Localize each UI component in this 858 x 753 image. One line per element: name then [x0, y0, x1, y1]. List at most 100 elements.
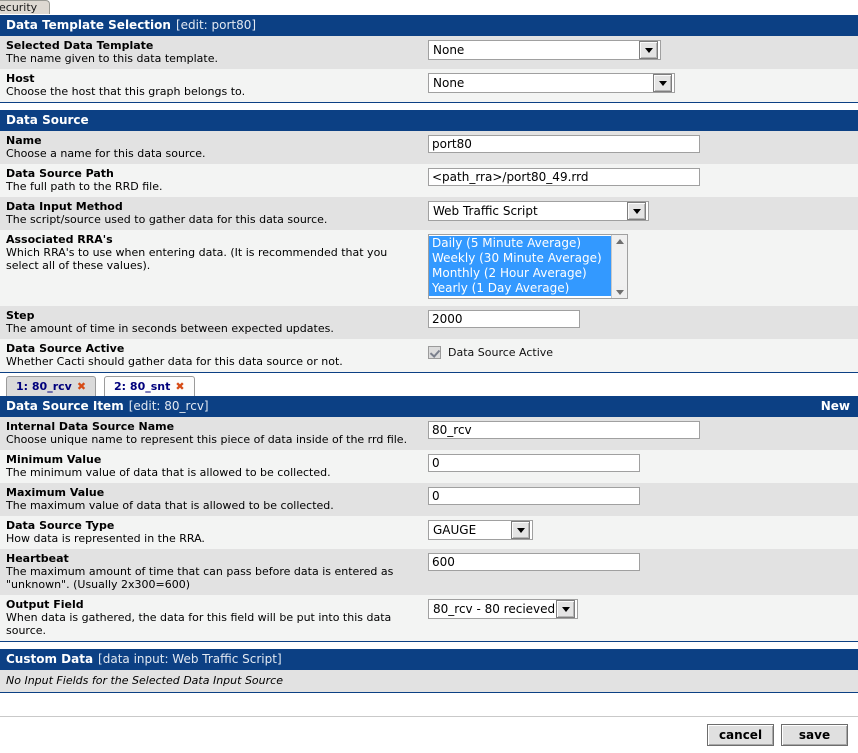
label-desc: The maximum amount of time that can pass…: [6, 565, 394, 591]
associated-rras-options: Daily (5 Minute Average) Weekly (30 Minu…: [429, 235, 611, 298]
label-name: Name Choose a name for this data source.: [0, 131, 420, 164]
label-title: Output Field: [6, 598, 84, 611]
tab-80-rcv[interactable]: 1: 80_rcv ✖: [6, 376, 97, 396]
label-data-source-path: Data Source Path The full path to the RR…: [0, 164, 420, 197]
data-source-active-checkbox-wrap[interactable]: Data Source Active: [428, 346, 553, 359]
row-associated-rras: Associated RRA's Which RRA's to use when…: [0, 230, 858, 306]
select-data-template[interactable]: None: [428, 40, 661, 60]
minimum-value-input[interactable]: [428, 454, 640, 472]
heartbeat-input[interactable]: [428, 553, 640, 571]
label-desc: Choose unique name to represent this pie…: [6, 433, 408, 446]
list-item[interactable]: Yearly (1 Day Average): [429, 281, 611, 296]
field-heartbeat: [420, 549, 858, 575]
data-source-active-checkbox[interactable]: [428, 346, 441, 359]
section-suffix-data-source-item: [edit: 80_rcv]: [128, 399, 209, 413]
label-data-source-type: Data Source Type How data is represented…: [0, 516, 420, 549]
browser-tab-security[interactable]: ecurity: [0, 0, 50, 14]
label-title: Selected Data Template: [6, 39, 154, 52]
section-header-custom-data: Custom Data [data input: Web Traffic Scri…: [0, 648, 858, 670]
section-title-custom-data: Custom Data: [6, 652, 94, 666]
label-host: Host Choose the host that this graph bel…: [0, 69, 420, 102]
step-input[interactable]: [428, 310, 580, 328]
close-icon[interactable]: ✖: [175, 381, 184, 392]
internal-data-source-name-input[interactable]: [428, 421, 700, 439]
label-title: Minimum Value: [6, 453, 102, 466]
maximum-value-input[interactable]: [428, 487, 640, 505]
cancel-button[interactable]: cancel: [707, 724, 774, 746]
scroll-down-icon[interactable]: [613, 286, 626, 298]
select-data-input-method-value: Web Traffic Script: [433, 204, 538, 218]
new-data-source-item-link[interactable]: New: [821, 399, 852, 413]
close-icon[interactable]: ✖: [77, 381, 86, 392]
label-desc: The minimum value of data that is allowe…: [6, 466, 331, 479]
row-host: Host Choose the host that this graph bel…: [0, 69, 858, 102]
section-title-data-source-item: Data Source Item: [6, 399, 124, 413]
chevron-down-icon[interactable]: [653, 74, 672, 92]
label-minimum-value: Minimum Value The minimum value of data …: [0, 450, 420, 483]
tab-80-snt[interactable]: 2: 80_snt ✖: [104, 376, 195, 396]
data-source-path-input[interactable]: [428, 168, 700, 186]
field-output-field: 80_rcv - 80 recieved: [420, 595, 858, 623]
section-title-data-template-selection: Data Template Selection: [6, 18, 171, 32]
chevron-down-icon[interactable]: [639, 41, 658, 59]
scroll-up-icon[interactable]: [613, 235, 626, 247]
label-title: Data Source Active: [6, 342, 125, 355]
tab-label: 2: 80_snt: [114, 380, 171, 393]
chevron-down-icon[interactable]: [556, 600, 575, 618]
field-minimum-value: [420, 450, 858, 476]
name-input[interactable]: [428, 135, 700, 153]
label-selected-data-template: Selected Data Template The name given to…: [0, 36, 420, 69]
select-output-field[interactable]: 80_rcv - 80 recieved: [428, 599, 578, 619]
field-name: [420, 131, 858, 157]
listbox-scrollbar[interactable]: [611, 235, 627, 298]
row-internal-data-source-name: Internal Data Source Name Choose unique …: [0, 417, 858, 450]
browser-tab-label: ecurity: [0, 1, 38, 14]
label-title: Data Source Type: [6, 519, 115, 532]
label-data-input-method: Data Input Method The script/source used…: [0, 197, 420, 230]
select-data-source-type-value: GAUGE: [433, 523, 477, 537]
label-desc: Choose the host that this graph belongs …: [6, 85, 246, 98]
field-data-source-active: Data Source Active: [420, 339, 858, 363]
label-internal-data-source-name: Internal Data Source Name Choose unique …: [0, 417, 420, 450]
row-minimum-value: Minimum Value The minimum value of data …: [0, 450, 858, 483]
label-heartbeat: Heartbeat The maximum amount of time tha…: [0, 549, 420, 595]
label-data-source-active: Data Source Active Whether Cacti should …: [0, 339, 420, 372]
save-button[interactable]: save: [781, 724, 848, 746]
field-selected-data-template: None: [420, 36, 858, 64]
row-data-source-type: Data Source Type How data is represented…: [0, 516, 858, 549]
row-name: Name Choose a name for this data source.: [0, 131, 858, 164]
label-associated-rras: Associated RRA's Which RRA's to use when…: [0, 230, 420, 276]
label-desc: The maximum value of data that is allowe…: [6, 499, 334, 512]
label-desc: How data is represented in the RRA.: [6, 532, 205, 545]
label-title: Associated RRA's: [6, 233, 113, 246]
list-item[interactable]: Daily (5 Minute Average): [429, 236, 611, 251]
field-data-source-path: [420, 164, 858, 190]
label-title: Step: [6, 309, 35, 322]
associated-rras-listbox[interactable]: Daily (5 Minute Average) Weekly (30 Minu…: [428, 234, 628, 299]
select-data-source-type[interactable]: GAUGE: [428, 520, 533, 540]
section-header-data-source: Data Source: [0, 109, 858, 131]
chevron-down-icon[interactable]: [511, 521, 530, 539]
row-data-source-active: Data Source Active Whether Cacti should …: [0, 339, 858, 372]
field-step: [420, 306, 858, 332]
label-desc: Whether Cacti should gather data for thi…: [6, 355, 343, 368]
section-header-data-source-item: Data Source Item [edit: 80_rcv] New: [0, 396, 858, 417]
label-title: Data Source Path: [6, 167, 114, 180]
row-step: Step The amount of time in seconds betwe…: [0, 306, 858, 339]
label-desc: The full path to the RRD file.: [6, 180, 163, 193]
list-item[interactable]: Monthly (2 Hour Average): [429, 266, 611, 281]
list-item[interactable]: Weekly (30 Minute Average): [429, 251, 611, 266]
row-output-field: Output Field When data is gathered, the …: [0, 595, 858, 641]
label-desc: The amount of time in seconds between ex…: [6, 322, 334, 335]
select-host[interactable]: None: [428, 73, 675, 93]
chevron-down-icon[interactable]: [627, 202, 646, 220]
row-selected-data-template: Selected Data Template The name given to…: [0, 36, 858, 69]
select-data-input-method[interactable]: Web Traffic Script: [428, 201, 649, 221]
label-desc: The script/source used to gather data fo…: [6, 213, 328, 226]
select-data-template-value: None: [433, 43, 465, 57]
label-title: Maximum Value: [6, 486, 105, 499]
section-title-data-source: Data Source: [6, 113, 89, 127]
row-data-input-method: Data Input Method The script/source used…: [0, 197, 858, 230]
label-desc: Choose a name for this data source.: [6, 147, 206, 160]
label-title: Data Input Method: [6, 200, 123, 213]
